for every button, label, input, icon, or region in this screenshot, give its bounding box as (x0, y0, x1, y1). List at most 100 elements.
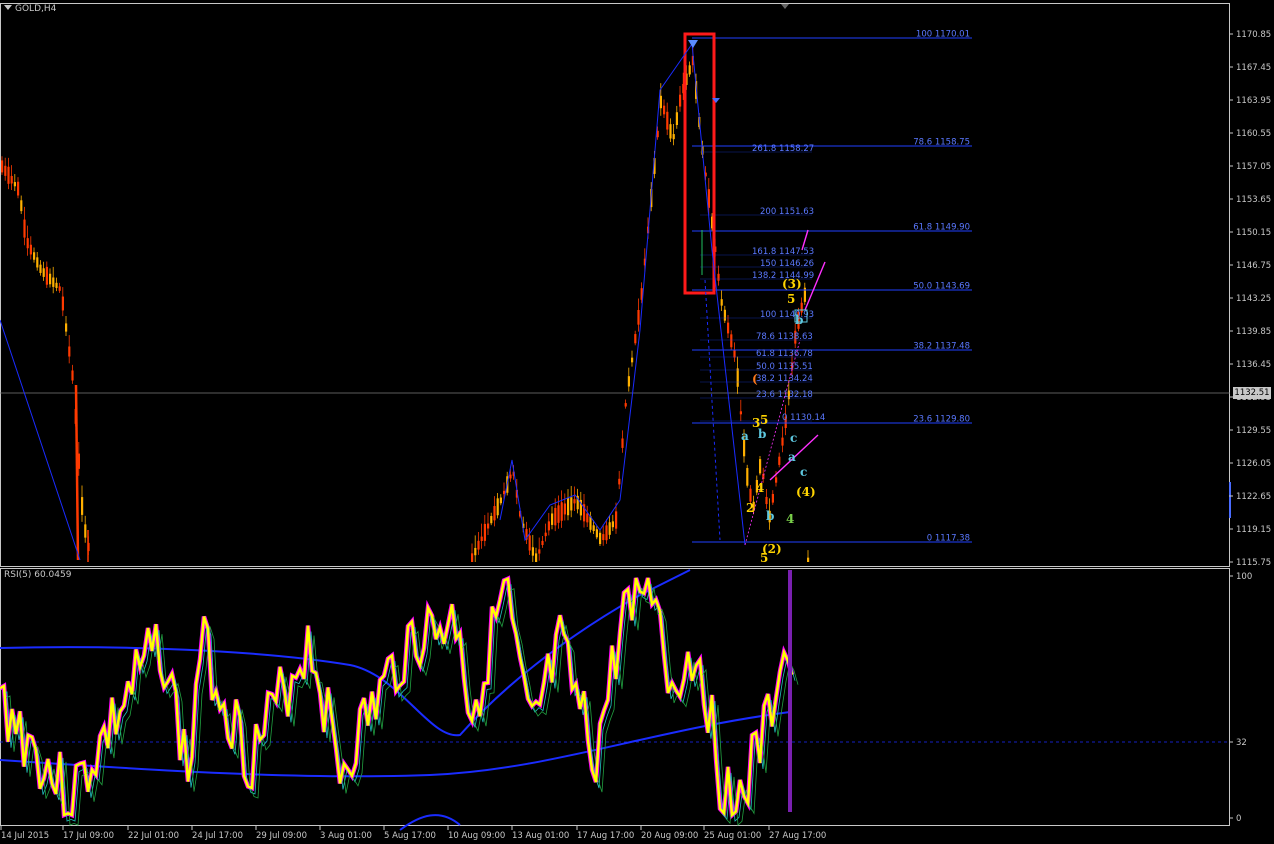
candlesticks (1, 43, 810, 562)
triangle-down-icon[interactable] (4, 5, 12, 10)
fib-ext-label: 50.0 1135.51 (756, 362, 813, 372)
wave-label: 5 (760, 551, 768, 565)
indicator-label: RSI(5) 60.0459 (4, 570, 72, 580)
fib-ext-label: 161.8 1147.53 (752, 247, 814, 257)
rsi-axis-label: 32 (1236, 738, 1247, 748)
symbol-title[interactable]: GOLD,H4 (4, 4, 56, 14)
candle-body (746, 468, 749, 486)
fib-ext-label: 78.6 1138.63 (756, 332, 813, 342)
candle-body (68, 346, 71, 357)
candle-body (621, 438, 624, 448)
candle-body (759, 459, 762, 474)
candle-body (55, 282, 58, 288)
candle-body (17, 181, 20, 196)
price-chart[interactable]: 100 1170.01 78.6 1158.75 61.8 1149.90 50.0 … (0, 0, 1274, 844)
candle-body (595, 529, 598, 538)
candle-body (58, 286, 61, 291)
fib-level-label: 61.8 1149.90 (913, 223, 970, 233)
time-axis-label: 17 Jul 09:00 (63, 831, 114, 841)
candle-body (669, 124, 672, 139)
mt4-terminal: 100 1170.01 78.6 1158.75 61.8 1149.90 50.0 … (0, 0, 1274, 844)
wave-label: ( (752, 372, 758, 386)
candle-body (471, 553, 474, 562)
candle-body (775, 477, 778, 483)
price-panel-frame (0, 3, 1230, 567)
candle-body (547, 521, 550, 531)
price-axis-label: 1150.15 (1236, 228, 1271, 238)
candle-body (560, 502, 563, 521)
rsi-axis-label: 100 (1236, 572, 1252, 582)
candle-body (61, 296, 64, 311)
candle-body (4, 165, 7, 176)
current-price-tag: 1132.51 (1233, 387, 1271, 399)
time-axis-label: 3 Aug 01:00 (320, 831, 372, 841)
wave-label: 4 (786, 512, 794, 526)
candle-body (45, 266, 48, 285)
candle-body (723, 309, 726, 321)
candle-body (739, 411, 742, 415)
shift-marker-icon[interactable] (781, 4, 789, 9)
price-axis-label: 1146.75 (1236, 261, 1271, 271)
price-axis-label: 1129.55 (1236, 426, 1271, 436)
candle-body (84, 524, 87, 538)
candle-body (672, 134, 675, 140)
candle-body (13, 182, 16, 187)
indicator-title[interactable]: RSI(5) 60.0459 (4, 570, 71, 580)
candle-body (720, 299, 723, 306)
fib-ext-label: 61.8 1136.78 (756, 349, 813, 359)
candle-body (26, 238, 29, 249)
price-axis-label: 1126.05 (1236, 459, 1271, 469)
candle-body (573, 499, 576, 504)
rsi-ma-line-fragment (399, 814, 461, 831)
wave-label: 5 (787, 292, 795, 306)
wave-label: a (788, 450, 796, 464)
wave-label: (4) (796, 485, 816, 499)
candle-body (544, 532, 547, 537)
candle-body (23, 219, 26, 238)
price-axis-label: 1163.95 (1236, 96, 1271, 106)
trend-line-magenta (804, 261, 826, 311)
fib-ext-label: 261.8 1158.27 (752, 144, 814, 154)
candle-body (634, 334, 637, 344)
candle-body (624, 403, 627, 407)
candle-body (1, 160, 4, 173)
candle-body (474, 547, 477, 556)
candle-body (611, 521, 614, 528)
candle-body (52, 277, 55, 287)
fib-ext-label: 0 1130.14 (782, 413, 825, 423)
symbol-label: GOLD,H4 (15, 4, 57, 14)
candle-body (618, 478, 621, 485)
candle-body (666, 111, 669, 130)
candle-body (637, 310, 640, 325)
dashed-line (704, 279, 721, 541)
time-axis-label: 20 Aug 09:00 (641, 831, 698, 841)
candle-body (567, 497, 570, 516)
time-axis-label: 14 Jul 2015 (1, 831, 49, 841)
fib-level-label: 78.6 1158.75 (913, 138, 970, 148)
candle-body (541, 540, 544, 545)
candle-body (736, 368, 739, 387)
candle-body (570, 497, 573, 511)
candle-body (586, 513, 589, 523)
fib-ext-label: 200 1151.63 (760, 207, 814, 217)
candle-body (20, 200, 23, 212)
candle-body (7, 166, 10, 184)
candle-body (551, 513, 554, 525)
time-axis-label: 22 Jul 01:00 (128, 831, 179, 841)
drawings (0, 32, 1231, 561)
candle-body (615, 511, 618, 529)
candle-body (807, 557, 810, 562)
candle-body (592, 525, 595, 532)
candle-body (557, 505, 560, 523)
rsi-axis-label: 0 (1236, 814, 1241, 824)
candle-body (538, 549, 541, 554)
wave-label: 5 (760, 413, 768, 427)
candle-body (765, 496, 768, 505)
price-axis-label: 1139.85 (1236, 327, 1271, 337)
price-axis-label: 1170.85 (1236, 30, 1271, 40)
time-axis-label: 17 Aug 17:00 (577, 831, 634, 841)
fib-level-label: 23.6 1129.80 (913, 415, 970, 425)
fib-level-label: 50.0 1143.69 (913, 282, 970, 292)
fib-ext-label: 100 1140.93 (760, 310, 814, 320)
time-axis-label: 27 Aug 17:00 (769, 831, 826, 841)
